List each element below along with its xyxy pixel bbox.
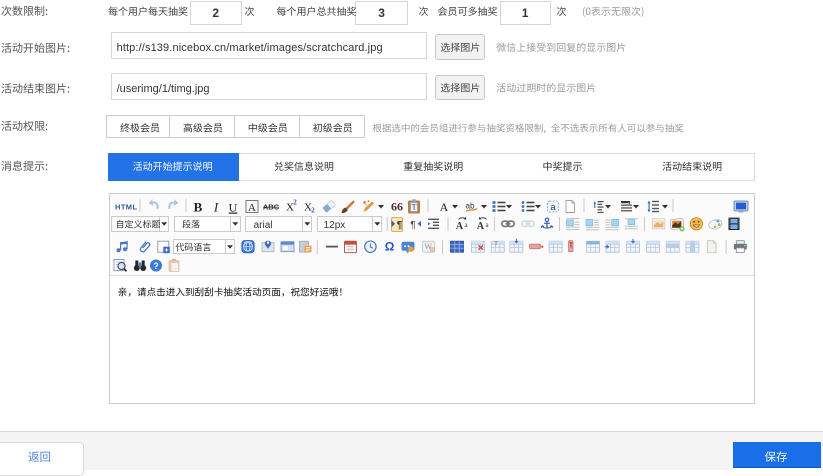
svg-text:a: a — [550, 202, 555, 212]
svg-text:A: A — [440, 200, 449, 214]
svg-text:a: a — [485, 221, 489, 229]
svg-text:ABC: ABC — [263, 203, 280, 212]
svg-text:A: A — [456, 221, 464, 232]
svg-text:T: T — [412, 203, 417, 212]
svg-text:?: ? — [153, 261, 159, 271]
svg-text:ab: ab — [466, 202, 475, 211]
svg-text:66: 66 — [391, 200, 403, 214]
svg-text:a: a — [464, 221, 468, 229]
svg-text:¶: ¶ — [410, 220, 415, 231]
svg-text:B: B — [194, 200, 203, 215]
svg-text:A: A — [248, 202, 256, 214]
svg-text:HTML: HTML — [115, 203, 137, 212]
svg-text:Ω: Ω — [385, 240, 395, 254]
svg-text:I: I — [213, 200, 219, 215]
svg-text:¶: ¶ — [397, 220, 403, 231]
svg-text:U: U — [229, 201, 238, 215]
svg-text:2: 2 — [311, 207, 315, 215]
svg-text:2: 2 — [293, 199, 297, 207]
svg-text:A: A — [477, 221, 485, 232]
svg-text:T: T — [495, 241, 498, 247]
